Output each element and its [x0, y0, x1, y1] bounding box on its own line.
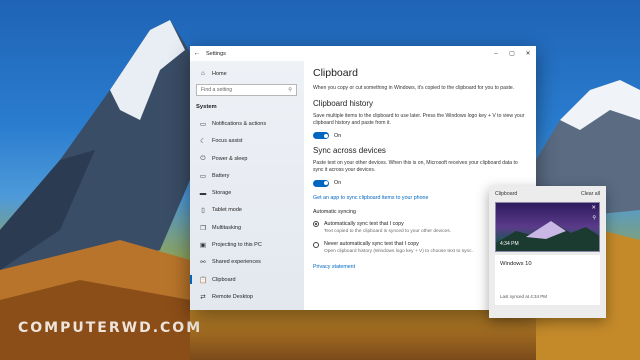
history-toggle[interactable]: [313, 132, 329, 140]
clipboard-icon: 📋: [198, 276, 208, 284]
power-icon: ⏻: [200, 154, 206, 162]
sidebar-item-power-sleep[interactable]: ⏻ Power & sleep: [190, 150, 304, 167]
sidebar-item-label: Projecting to this PC: [212, 242, 262, 249]
radio-never-label: Never automatically sync text that I cop…: [324, 241, 419, 248]
sidebar-item-battery[interactable]: ▭ Battery: [190, 167, 304, 184]
page-title: Clipboard: [313, 67, 358, 79]
radio-selected-icon[interactable]: [313, 221, 319, 228]
sidebar-item-multitasking[interactable]: ❐ Multitasking: [190, 219, 304, 236]
maximize-button[interactable]: ▢: [504, 50, 520, 57]
sidebar-item-shared-experiences[interactable]: ⚯ Shared experiences: [190, 254, 304, 271]
sidebar-item-label: Storage: [212, 190, 232, 197]
pin-icon[interactable]: ⚲: [592, 215, 596, 221]
sidebar-item-storage[interactable]: ▬ Storage: [190, 184, 304, 201]
clip-text-value: Windows 10: [500, 261, 532, 267]
history-description: Save multiple items to the clipboard to …: [313, 112, 525, 126]
projecting-icon: ▣: [199, 242, 207, 250]
notifications-icon: ▭: [199, 120, 207, 128]
sync-heading: Sync across devices: [313, 146, 386, 156]
battery-icon: ▭: [199, 172, 207, 180]
storage-icon: ▬: [199, 189, 207, 197]
sidebar-item-label: Home: [212, 70, 227, 77]
sync-description: Paste text on your other devices. When t…: [313, 160, 518, 174]
clipboard-text-item[interactable]: Windows 10 Last synced at 4:34 PM: [495, 255, 600, 305]
radio-never-desc: Open clipboard history (Windows logo key…: [324, 249, 473, 255]
sidebar-item-home[interactable]: ⌂ Home: [190, 65, 304, 82]
sync-toggle-state: On: [334, 180, 342, 187]
sidebar-item-label: Battery: [212, 172, 230, 179]
clipboard-image-item[interactable]: ✕ ⚲ 4:34 PM: [495, 202, 600, 252]
search-icon: ⚲: [288, 87, 292, 94]
sidebar-item-label: Tablet mode: [212, 207, 242, 214]
sidebar-item-label: Power & sleep: [212, 155, 248, 162]
history-heading: Clipboard history: [313, 98, 374, 108]
title-bar: ← Settings – ▢ ✕: [190, 46, 536, 61]
image-timestamp: 4:34 PM: [500, 241, 519, 247]
tablet-icon: ▯: [201, 207, 205, 215]
sidebar-item-focus-assist[interactable]: ☾ Focus assist: [190, 133, 304, 150]
search-input[interactable]: Find a setting ⚲: [196, 84, 297, 97]
history-toggle-state: On: [334, 132, 342, 139]
moon-icon: ☾: [200, 138, 206, 146]
sidebar-item-remote-desktop[interactable]: ⇄ Remote Desktop: [190, 288, 304, 305]
history-toggle-row: On: [313, 132, 526, 140]
flyout-title: Clipboard: [495, 191, 518, 197]
sidebar-item-tablet-mode[interactable]: ▯ Tablet mode: [190, 202, 304, 219]
sidebar-item-label: Shared experiences: [212, 259, 261, 266]
window-title: Settings: [206, 50, 226, 57]
sidebar-item-clipboard[interactable]: 📋 Clipboard: [190, 271, 304, 288]
sidebar-item-label: Focus assist: [212, 138, 243, 145]
sidebar-list: ▭ Notifications & actions ☾ Focus assist ⏻ Po…: [190, 115, 304, 305]
remote-desktop-icon: ⇄: [200, 293, 206, 301]
last-synced-text: Last synced at 4:34 PM: [500, 294, 548, 299]
sidebar-item-notifications-actions[interactable]: ▭ Notifications & actions: [190, 115, 304, 132]
back-arrow-icon[interactable]: ←: [190, 50, 204, 57]
sidebar-item-label: Notifications & actions: [212, 120, 267, 127]
watermark-text: COMPUTERWD.COM: [18, 320, 203, 336]
search-placeholder: Find a setting: [201, 87, 233, 94]
minimize-button[interactable]: –: [488, 51, 504, 57]
sidebar-item-label: Multitasking: [212, 224, 242, 231]
clear-all-button[interactable]: Clear all: [581, 191, 600, 197]
radio-unselected-icon[interactable]: [313, 241, 319, 248]
settings-window: ← Settings – ▢ ✕ ⌂ Home Find a setting ⚲…: [190, 46, 536, 310]
close-icon[interactable]: ✕: [591, 205, 596, 211]
intro-text: When you copy or cut something in Window…: [313, 85, 515, 91]
flyout-header: Clipboard Clear all: [495, 186, 600, 202]
sidebar-item-label: Remote Desktop: [212, 293, 253, 300]
shared-icon: ⚯: [200, 259, 206, 267]
sync-toggle[interactable]: [313, 179, 329, 187]
sidebar: ⌂ Home Find a setting ⚲ System ▭ Notifica…: [190, 61, 304, 310]
sidebar-item-label: Clipboard: [212, 276, 236, 283]
sidebar-item-projecting-to-this-pc[interactable]: ▣ Projecting to this PC: [190, 236, 304, 253]
section-heading: System: [196, 104, 217, 111]
radio-auto-label: Automatically sync text that I copy: [324, 220, 404, 227]
home-icon: ⌂: [201, 70, 205, 78]
multitasking-icon: ❐: [200, 224, 206, 232]
clipboard-flyout: Clipboard Clear all ✕ ⚲ 4:34 PM Windows …: [489, 186, 606, 318]
close-button[interactable]: ✕: [520, 50, 536, 57]
radio-auto-desc: Text copied to the clipboard is synced t…: [324, 228, 451, 234]
